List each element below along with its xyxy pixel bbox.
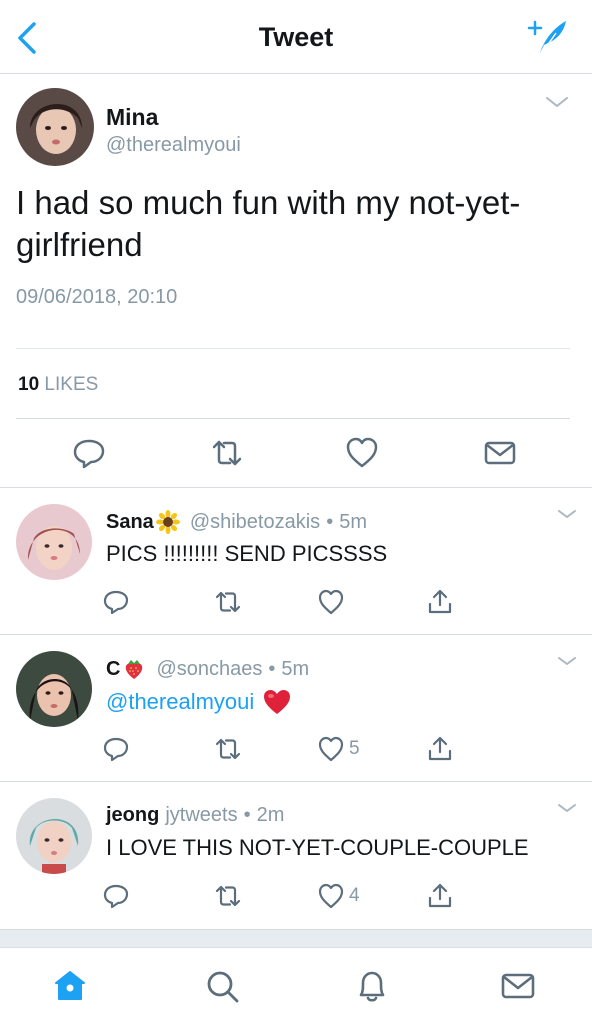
retweet-icon <box>215 591 241 613</box>
notifications-icon[interactable] <box>352 966 392 1006</box>
reply-time: 5m <box>339 510 367 533</box>
home-icon[interactable] <box>50 966 90 1006</box>
reply-text: @therealmyoui <box>106 688 292 716</box>
like-count: 4 <box>349 885 360 906</box>
reply-header: Sana @shibetozakis • 5m <box>106 510 367 534</box>
top-bar: Tweet <box>0 0 592 74</box>
main-tweet: Mina @therealmyoui I had so much fun wit… <box>0 74 592 488</box>
mention-link[interactable]: @therealmyoui <box>106 689 254 715</box>
messages-icon[interactable] <box>498 966 538 1006</box>
share-button[interactable] <box>426 735 454 763</box>
author-name[interactable]: Mina <box>106 104 158 131</box>
likes-count[interactable]: 10 LIKES <box>18 374 98 396</box>
reply-icon <box>103 737 129 762</box>
reply-header: C @sonchaes • 5m <box>106 657 309 681</box>
reply-time: 2m <box>256 804 285 826</box>
page-title: Tweet <box>258 22 334 52</box>
avatar[interactable] <box>16 651 92 727</box>
retweet-icon <box>215 738 241 760</box>
reply-time: 5m <box>281 657 310 680</box>
reply-author-handle[interactable]: @shibetozakis <box>190 511 320 534</box>
author-handle[interactable]: @therealmyoui <box>106 134 241 157</box>
avatar[interactable] <box>16 504 92 580</box>
reply-body-text: PICS !!!!!!!!! SEND PICSSSS <box>106 541 388 566</box>
retweet-button[interactable] <box>214 735 242 763</box>
chevron-down-icon[interactable] <box>556 653 578 669</box>
like-icon <box>318 589 344 615</box>
reply-author-handle[interactable]: @sonchaes <box>156 658 262 681</box>
strawberry-emoji <box>126 660 143 679</box>
red-heart-emoji <box>264 690 291 714</box>
divider <box>16 418 570 419</box>
share-button[interactable] <box>426 882 454 910</box>
like-button[interactable] <box>317 588 349 616</box>
share-icon <box>428 589 452 614</box>
retweet-icon <box>215 885 241 907</box>
reply-item[interactable]: jeong jytweets • 2m I LOVE THIS NOT-YET-… <box>0 782 592 929</box>
like-icon <box>318 883 344 909</box>
reply-text: PICS !!!!!!!!! SEND PICSSSS <box>106 541 387 567</box>
bottom-tab-bar <box>0 947 592 1024</box>
search-icon[interactable] <box>202 966 242 1006</box>
reply-item[interactable]: C @sonchaes • 5m @therealmyoui 5 <box>0 635 592 782</box>
sunflower-emoji <box>155 510 180 534</box>
reply-button[interactable] <box>102 735 130 763</box>
reply-item[interactable]: Sana @shibetozakis • 5m PICS !!!!!!!!! S… <box>0 488 592 635</box>
share-icon <box>428 736 452 761</box>
reply-author-name[interactable]: C <box>106 658 120 681</box>
like-icon <box>318 736 344 762</box>
like-button[interactable]: 4 <box>317 882 360 910</box>
like-icon[interactable] <box>345 436 379 470</box>
reply-author-name[interactable]: Sana <box>106 511 154 534</box>
reply-author-name[interactable]: jeong <box>106 804 159 827</box>
separator-dot: • <box>326 510 334 533</box>
chevron-down-icon[interactable] <box>556 506 578 522</box>
reply-icon <box>103 884 129 909</box>
tweet-text: I had so much fun with my not-yet-girlfr… <box>16 184 521 263</box>
separator-dot: • <box>268 657 276 680</box>
tweet-date: 09/06/2018, 20:10 <box>16 286 178 308</box>
divider <box>16 348 570 349</box>
share-icon <box>428 883 452 908</box>
avatar[interactable] <box>16 88 94 166</box>
reply-author-handle[interactable]: jytweets <box>165 804 237 827</box>
avatar[interactable] <box>16 798 92 874</box>
share-button[interactable] <box>426 588 454 616</box>
reply-icon[interactable] <box>72 436 106 470</box>
reply-body-text: I LOVE THIS NOT-YET-COUPLE-COUPLE <box>106 835 529 860</box>
reply-text: I LOVE THIS NOT-YET-COUPLE-COUPLE <box>106 835 529 861</box>
reply-header: jeong jytweets • 2m <box>106 804 284 827</box>
retweet-button[interactable] <box>214 882 242 910</box>
chevron-down-icon[interactable] <box>556 800 578 816</box>
like-count: 5 <box>349 738 360 759</box>
likes-number: 10 <box>18 374 40 395</box>
chevron-down-icon[interactable] <box>544 92 570 112</box>
reply-button[interactable] <box>102 588 130 616</box>
compose-feather-icon[interactable] <box>526 17 570 57</box>
list-end-spacer <box>0 929 592 947</box>
retweet-icon[interactable] <box>210 436 244 470</box>
retweet-button[interactable] <box>214 588 242 616</box>
reply-icon <box>103 590 129 615</box>
like-button[interactable]: 5 <box>317 735 360 763</box>
likes-label: LIKES <box>44 374 99 395</box>
reply-button[interactable] <box>102 882 130 910</box>
message-icon[interactable] <box>483 436 517 470</box>
separator-dot: • <box>243 804 251 826</box>
